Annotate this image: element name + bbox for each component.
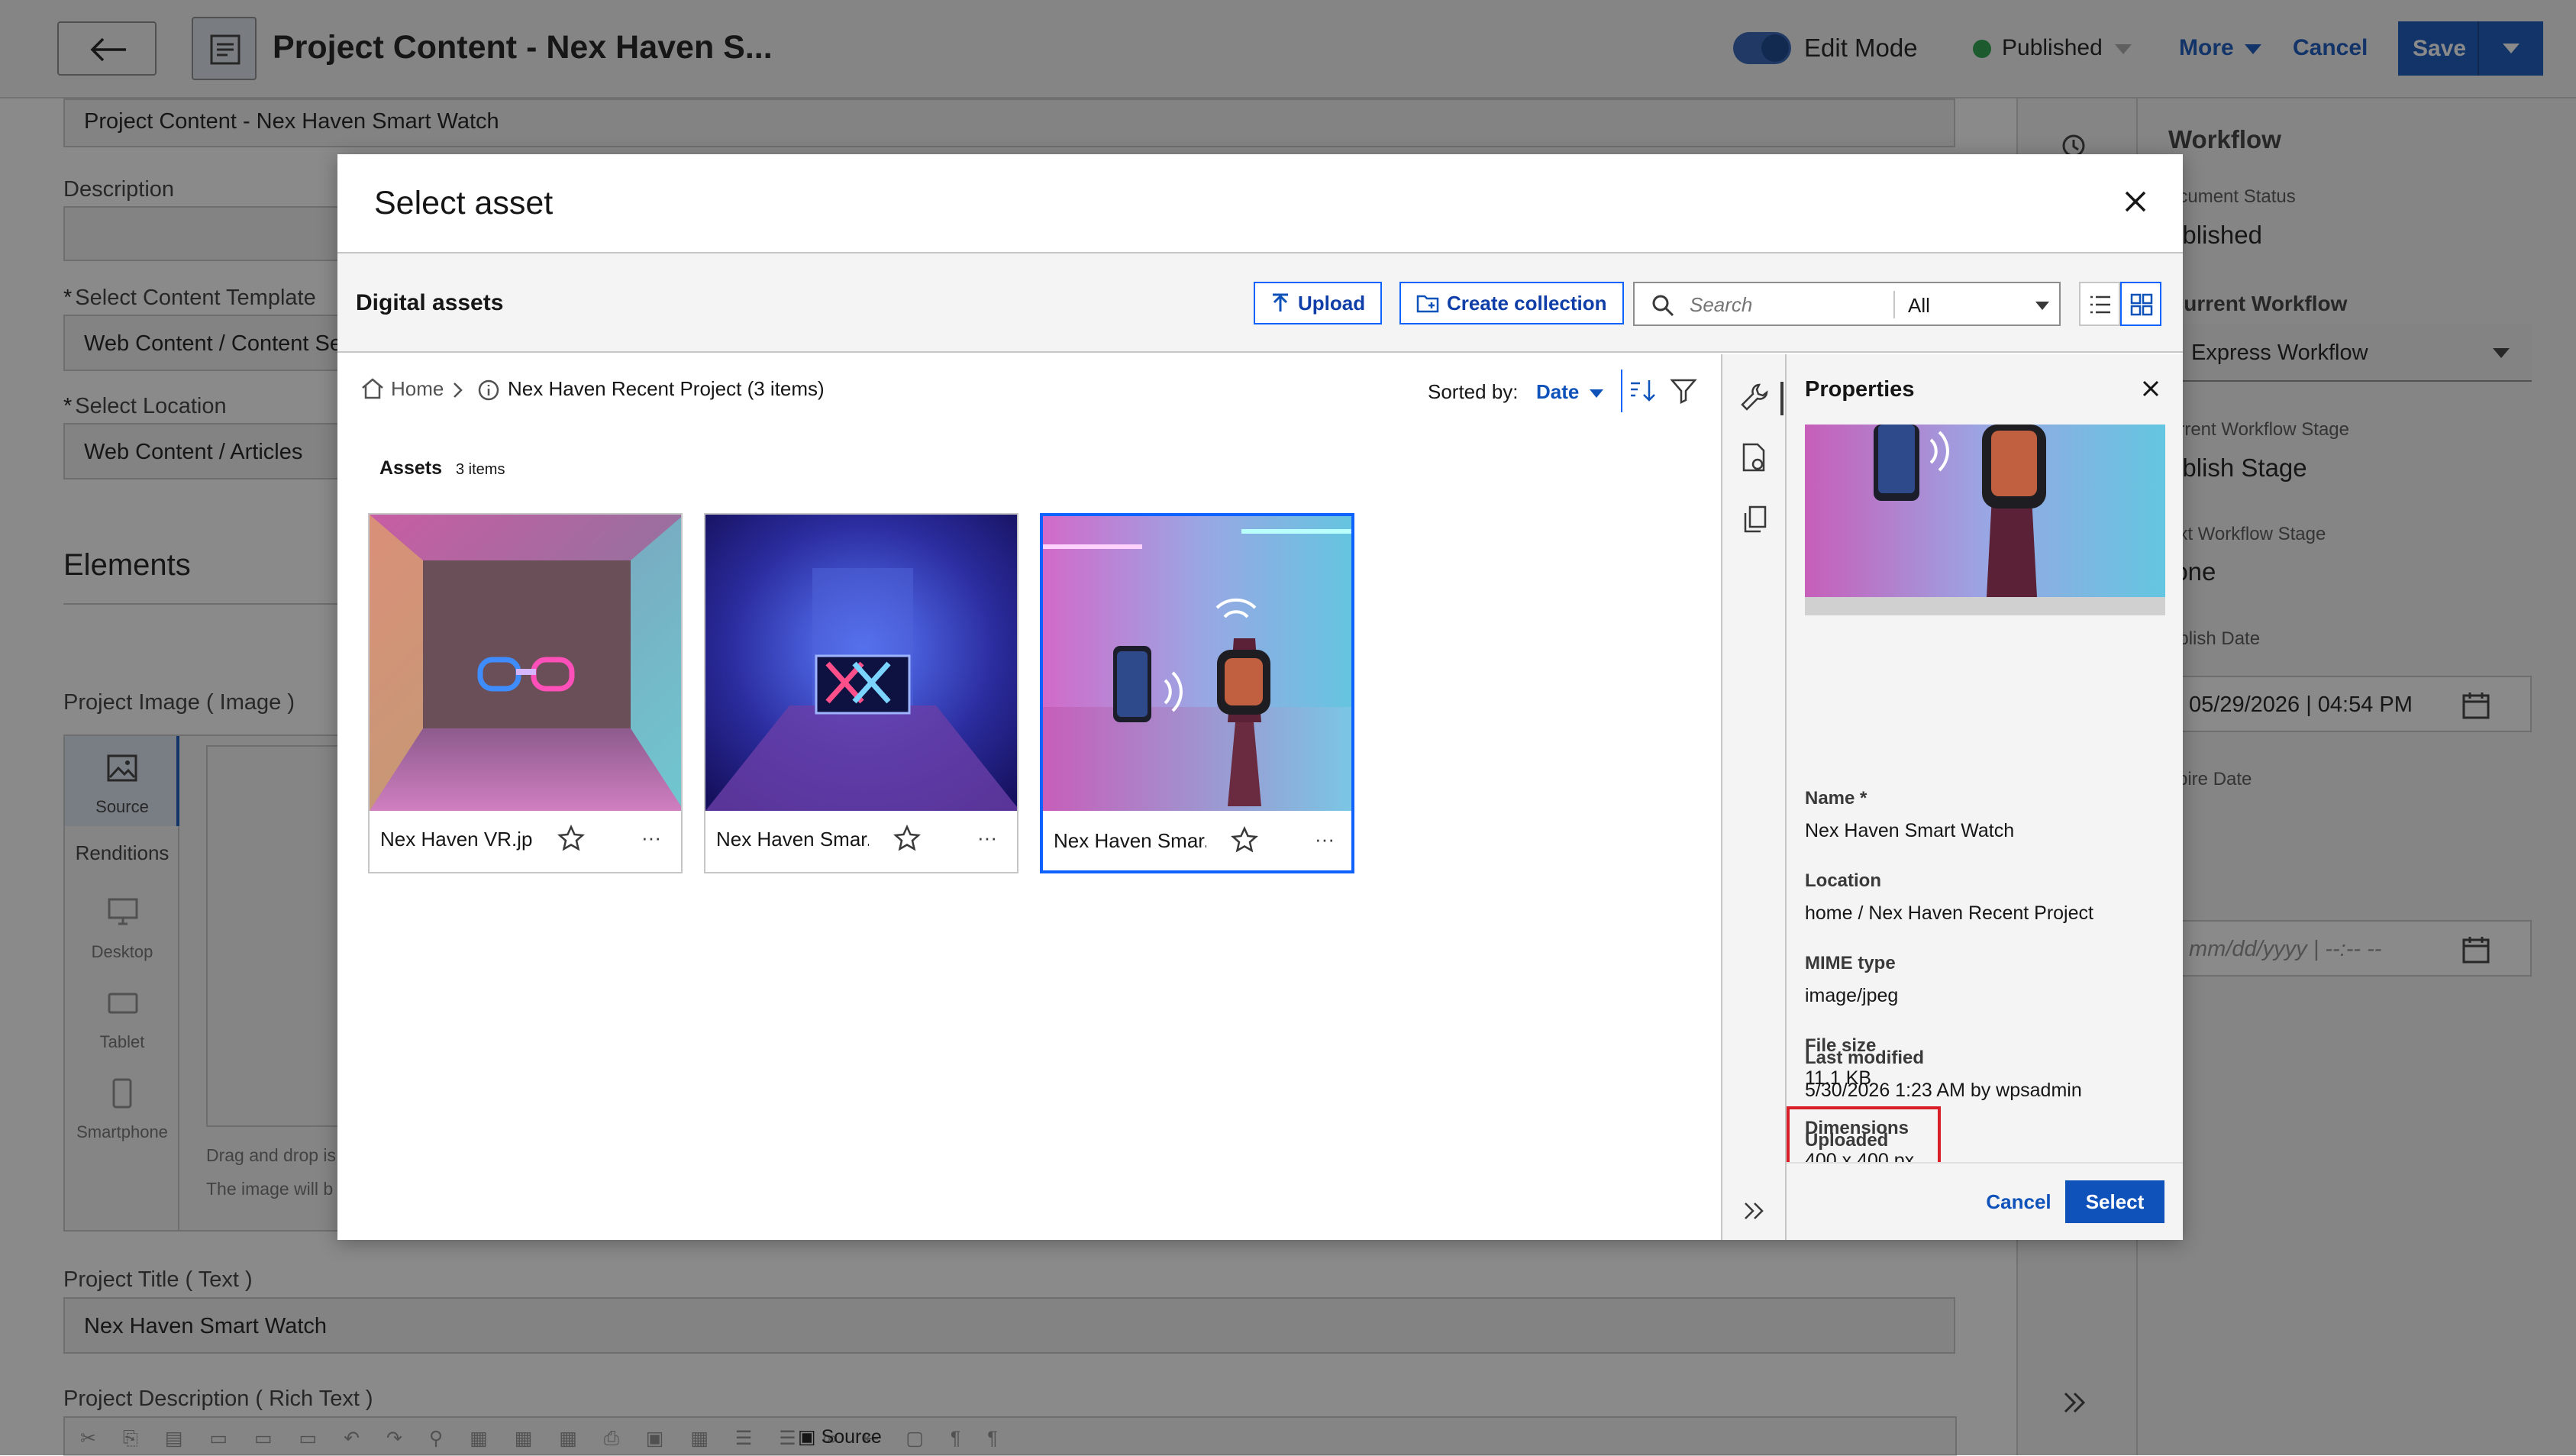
- create-collection-label: Create collection: [1447, 291, 1607, 315]
- mime-type-label: MIME type: [1805, 953, 1896, 973]
- info-icon[interactable]: [477, 379, 500, 402]
- list-icon: [2090, 295, 2110, 314]
- copy-icon[interactable]: [1741, 504, 1770, 534]
- asset-preview-image: [1805, 425, 2165, 615]
- asset-card[interactable]: Nex Haven VR.jpg ···: [368, 513, 683, 873]
- modal-select-button[interactable]: Select: [2065, 1180, 2164, 1223]
- home-icon[interactable]: [360, 377, 385, 400]
- create-collection-button[interactable]: Create collection: [1399, 282, 1624, 324]
- asset-thumbnail-smart-watch[interactable]: [1043, 516, 1351, 811]
- asset-name: Nex Haven VR.jpg: [380, 828, 533, 851]
- chevron-down-icon[interactable]: [2035, 302, 2049, 310]
- name-label: Name *: [1805, 788, 1867, 809]
- assets-count: 3 items: [456, 461, 505, 478]
- breadcrumb-home[interactable]: Home: [391, 377, 444, 401]
- folder-add-icon: [1416, 295, 1439, 313]
- overflow-menu-icon[interactable]: ···: [641, 826, 661, 850]
- name-value: Nex Haven Smart Watch: [1805, 820, 2015, 841]
- grid-view-button[interactable]: [2120, 282, 2161, 326]
- asset-name: Nex Haven Smar...: [1054, 829, 1206, 852]
- digital-assets-title: Digital assets: [356, 290, 504, 315]
- mime-type-value: image/jpeg: [1805, 985, 1899, 1006]
- upload-label: Upload: [1298, 291, 1366, 315]
- asset-card-selected[interactable]: Nex Haven Smar... ···: [1040, 513, 1354, 873]
- double-chevron-right-icon[interactable]: [1742, 1200, 1767, 1222]
- star-icon[interactable]: [1231, 826, 1258, 854]
- close-icon[interactable]: [2141, 379, 2161, 399]
- sorted-by-label: Sorted by:: [1428, 380, 1519, 403]
- properties-heading: Properties: [1805, 377, 1915, 402]
- asset-thumbnail-smart-display[interactable]: [705, 515, 1017, 811]
- wrench-icon[interactable]: [1739, 382, 1770, 412]
- assets-browser: Home Nex Haven Recent Project (3 items) …: [337, 354, 1721, 1240]
- star-icon[interactable]: [893, 825, 921, 852]
- close-icon[interactable]: [2120, 186, 2151, 217]
- asset-tools-rail: [1721, 354, 1787, 1240]
- filter-select[interactable]: All: [1908, 294, 1930, 318]
- last-modified-value: 5/30/2026 1:23 AM by wpsadmin: [1805, 1080, 2082, 1101]
- select-asset-modal: Select asset Digital assets Upload Creat…: [337, 154, 2183, 1240]
- location-label: Location: [1805, 870, 1881, 891]
- location-value: home / Nex Haven Recent Project: [1805, 902, 2093, 924]
- uploaded-label: Uploaded: [1805, 1130, 1889, 1151]
- last-modified-label: Last modified: [1805, 1048, 1925, 1068]
- properties-panel: Properties Name * Nex Haven Smart Watch …: [1787, 354, 2183, 1240]
- sort-field-dropdown[interactable]: Date: [1536, 380, 1603, 404]
- upload-button[interactable]: Upload: [1254, 282, 1383, 324]
- asset-name: Nex Haven Smar...: [716, 828, 869, 851]
- properties-footer: Cancel Select: [1787, 1162, 2183, 1240]
- overflow-menu-icon[interactable]: ···: [1315, 828, 1335, 851]
- filter-icon[interactable]: [1670, 377, 1697, 405]
- asset-search: All: [1633, 282, 2061, 326]
- upload-icon: [1273, 293, 1288, 312]
- asset-thumbnail-vr[interactable]: [370, 515, 681, 811]
- asset-card[interactable]: Nex Haven Smar... ···: [704, 513, 1018, 873]
- modal-cancel-button[interactable]: Cancel: [1973, 1180, 2064, 1223]
- search-input[interactable]: [1688, 291, 1879, 318]
- breadcrumb-folder: Nex Haven Recent Project (3 items): [508, 377, 825, 400]
- overflow-menu-icon[interactable]: ···: [977, 826, 997, 850]
- search-icon: [1652, 295, 1674, 317]
- assets-heading: Assets 3 items: [379, 457, 505, 479]
- list-view-button[interactable]: [2079, 282, 2120, 326]
- document-view-icon[interactable]: [1741, 443, 1770, 473]
- grid-icon: [2130, 293, 2153, 316]
- sort-order-icon[interactable]: [1629, 377, 1657, 405]
- star-icon[interactable]: [557, 825, 585, 852]
- chevron-down-icon: [1589, 389, 1603, 398]
- modal-title: Select asset: [374, 185, 554, 221]
- modal-toolbar: Digital assets Upload Create collection …: [337, 253, 2183, 353]
- chevron-right-icon: [454, 383, 463, 398]
